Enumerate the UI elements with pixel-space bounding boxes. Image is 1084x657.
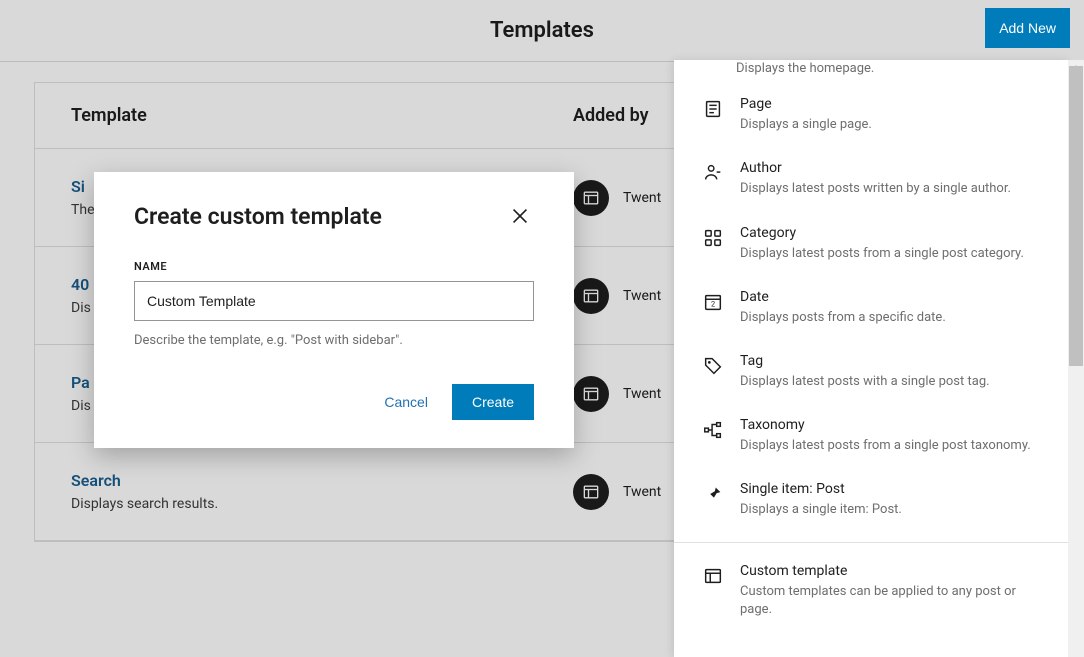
- close-icon: [509, 205, 531, 227]
- dd-title: Date: [740, 289, 1042, 305]
- tag-icon: [702, 355, 724, 391]
- dropdown-item-custom[interactable]: Custom template Custom templates can be a…: [674, 551, 1070, 633]
- dropdown-item-tag[interactable]: Tag Displays latest posts with a single p…: [674, 341, 1070, 405]
- taxonomy-icon: [702, 419, 724, 455]
- dropdown-peek: Displays the homepage.: [674, 60, 1070, 84]
- help-text: Describe the template, e.g. "Post with s…: [134, 333, 534, 348]
- dd-desc: Displays latest posts from a single post…: [740, 437, 1042, 455]
- author-icon: [702, 162, 724, 198]
- dd-title: Page: [740, 96, 1042, 112]
- dd-title: Taxonomy: [740, 417, 1042, 433]
- dropdown-scrollbar[interactable]: ▴: [1068, 60, 1084, 657]
- dropdown-item-author[interactable]: Author Displays latest posts written by a…: [674, 148, 1070, 212]
- dd-desc: Displays a single page.: [740, 116, 1042, 134]
- name-label: Name: [134, 260, 534, 273]
- dropdown-item-category[interactable]: Category Displays latest posts from a sin…: [674, 213, 1070, 277]
- cancel-button[interactable]: Cancel: [368, 384, 444, 420]
- dd-title: Tag: [740, 353, 1042, 369]
- close-button[interactable]: [506, 202, 534, 230]
- dd-title: Single item: Post: [740, 481, 1042, 497]
- svg-text:2: 2: [711, 299, 715, 308]
- date-icon: 2: [702, 291, 724, 327]
- dd-title: Custom template: [740, 563, 1042, 579]
- template-name-input[interactable]: [134, 281, 534, 321]
- modal-title: Create custom template: [134, 203, 382, 230]
- create-button[interactable]: Create: [452, 384, 534, 420]
- dd-title: Author: [740, 160, 1042, 176]
- scrollbar-thumb[interactable]: [1069, 66, 1083, 366]
- pin-icon: [702, 483, 724, 519]
- layout-icon: [702, 565, 724, 619]
- dropdown-separator: [674, 542, 1070, 543]
- dd-desc: Displays latest posts written by a singl…: [740, 180, 1042, 198]
- dd-desc: Displays latest posts from a single post…: [740, 245, 1042, 263]
- page-icon: [702, 98, 724, 134]
- dropdown-item-page[interactable]: Page Displays a single page.: [674, 84, 1070, 148]
- dd-desc: Displays posts from a specific date.: [740, 309, 1042, 327]
- create-template-modal: Create custom template Name Describe the…: [94, 172, 574, 448]
- dd-desc: Displays a single item: Post.: [740, 501, 1042, 519]
- template-type-dropdown: Displays the homepage. Page Displays a si…: [674, 60, 1070, 657]
- add-new-button[interactable]: Add New: [985, 8, 1070, 48]
- dd-title: Category: [740, 225, 1042, 241]
- category-icon: [702, 227, 724, 263]
- dropdown-item-date[interactable]: 2 Date Displays posts from a specific dat…: [674, 277, 1070, 341]
- dropdown-item-single-post[interactable]: Single item: Post Displays a single item:…: [674, 469, 1070, 533]
- dropdown-item-taxonomy[interactable]: Taxonomy Displays latest posts from a sin…: [674, 405, 1070, 469]
- dd-desc: Custom templates can be applied to any p…: [740, 583, 1042, 619]
- dd-desc: Displays latest posts with a single post…: [740, 373, 1042, 391]
